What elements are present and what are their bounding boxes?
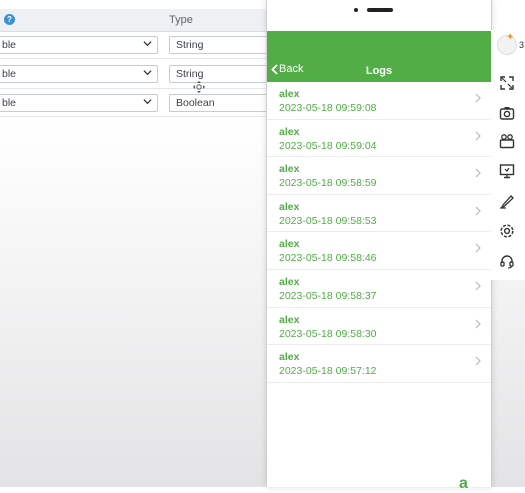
log-time: 2023-05-18 09:58:30 xyxy=(279,327,377,340)
chevron-right-icon xyxy=(475,281,481,291)
field-select-1[interactable]: ble xyxy=(0,36,158,54)
log-time: 2023-05-18 09:58:59 xyxy=(279,177,377,190)
chevron-right-icon xyxy=(475,356,481,366)
chevron-right-icon xyxy=(475,93,481,103)
log-user: alex xyxy=(279,313,300,326)
list-item[interactable]: alex 2023-05-18 09:58:53 xyxy=(267,195,491,233)
screen-cast-icon[interactable] xyxy=(499,163,515,179)
log-time: 2023-05-18 09:58:53 xyxy=(279,214,377,227)
fullscreen-icon[interactable] xyxy=(499,75,515,91)
list-item[interactable]: alex 2023-05-18 09:58:46 xyxy=(267,232,491,270)
field-select-3[interactable]: ble xyxy=(0,94,158,112)
list-item[interactable]: alex 2023-05-18 09:58:37 xyxy=(267,270,491,308)
chevron-right-icon xyxy=(475,206,481,216)
log-list: alex 2023-05-18 09:59:08 alex 2023-05-18… xyxy=(267,82,491,383)
move-cursor-icon xyxy=(193,80,205,93)
device-toolbar: ✦ xyxy=(491,30,525,280)
settings-icon[interactable] xyxy=(499,223,515,239)
chevron-right-icon xyxy=(475,319,481,328)
sparkle-icon: ✦ xyxy=(506,32,515,43)
log-user: alex xyxy=(279,351,300,364)
screenshot-icon[interactable] xyxy=(499,105,515,121)
log-time: 2023-05-18 09:59:04 xyxy=(279,139,377,152)
page-title: Logs xyxy=(365,65,393,77)
support-icon[interactable] xyxy=(499,253,515,269)
type-input-3[interactable]: Boolean xyxy=(169,94,270,112)
type-value: String xyxy=(176,68,204,80)
list-item[interactable]: alex 2023-05-18 09:58:59 xyxy=(267,157,491,195)
table-header: ? Type xyxy=(0,9,270,32)
help-icon[interactable]: ? xyxy=(4,14,15,25)
record-icon[interactable] xyxy=(499,133,515,149)
log-time: 2023-05-18 09:59:08 xyxy=(279,102,377,114)
bottom-logo-icon: a xyxy=(459,475,468,492)
chevron-right-icon xyxy=(475,131,481,141)
edge-label: 3 xyxy=(519,40,525,50)
row-divider xyxy=(0,58,270,59)
type-value: Boolean xyxy=(176,97,215,109)
chevron-right-icon xyxy=(475,168,481,178)
list-item[interactable]: alex 2023-05-18 09:59:08 xyxy=(267,82,491,120)
chevron-down-icon xyxy=(143,68,152,80)
nav-bar: Back Logs xyxy=(267,31,491,82)
field-select-value: ble xyxy=(2,68,17,80)
type-input-2[interactable]: String xyxy=(169,65,270,83)
list-item[interactable]: alex 2023-05-18 09:59:04 xyxy=(267,120,491,158)
log-time: 2023-05-18 09:57:12 xyxy=(279,365,377,378)
type-column-header: Type xyxy=(169,14,193,26)
camera-dot xyxy=(354,8,358,12)
draw-icon[interactable] xyxy=(499,193,515,209)
chevron-down-icon xyxy=(143,39,152,51)
log-user: alex xyxy=(279,275,300,288)
row-divider xyxy=(0,88,270,89)
log-user: alex xyxy=(279,125,300,138)
type-value: String xyxy=(176,39,204,51)
phone-notch xyxy=(267,0,491,31)
chevron-down-icon xyxy=(143,97,152,109)
field-select-value: ble xyxy=(2,97,17,109)
log-user: alex xyxy=(279,200,300,213)
log-time: 2023-05-18 09:58:46 xyxy=(279,252,377,265)
type-input-1[interactable]: String xyxy=(169,36,270,54)
list-item[interactable]: alex 2023-05-18 09:58:30 xyxy=(267,308,491,346)
log-time: 2023-05-18 09:58:37 xyxy=(279,289,377,302)
list-item[interactable]: alex 2023-05-18 09:57:12 xyxy=(267,345,491,383)
row-divider xyxy=(0,116,270,117)
field-select-2[interactable]: ble xyxy=(0,65,158,83)
chevron-right-icon xyxy=(475,243,481,253)
log-user: alex xyxy=(279,238,300,251)
log-user: alex xyxy=(279,88,300,100)
phone-simulator: Back Logs alex 2023-05-18 09:59:08 alex … xyxy=(266,0,492,492)
log-user: alex xyxy=(279,163,300,176)
speaker-bar xyxy=(367,8,393,12)
field-select-value: ble xyxy=(2,39,17,51)
